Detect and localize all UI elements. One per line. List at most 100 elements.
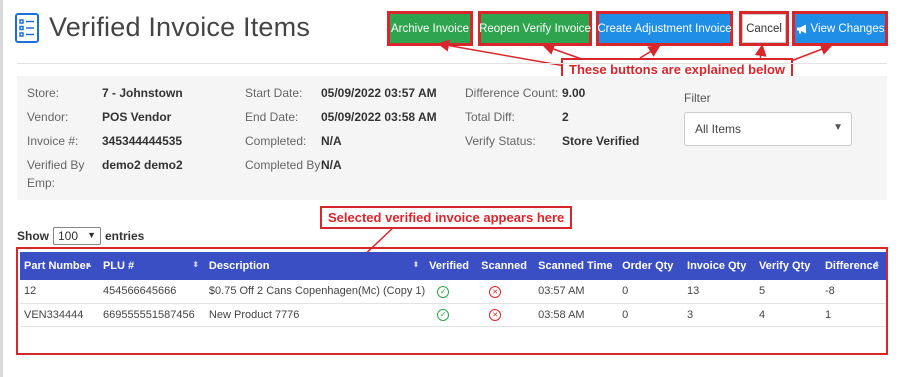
table-cell: ✕ <box>477 303 535 327</box>
filter-label: Filter <box>684 91 711 105</box>
table-callout: Selected verified invoice appears here <box>320 206 573 229</box>
reopen-verify-invoice-label: Reopen Verify Invoice <box>479 14 591 43</box>
total-diff-label: Total Diff: <box>465 110 515 124</box>
sort-icon: ⬍ <box>873 260 880 269</box>
table-cell: 454566645666 <box>98 280 205 304</box>
check-circle-icon: ✓ <box>437 308 450 321</box>
start-date-label: Start Date: <box>245 86 303 100</box>
table-cell: 03:58 AM <box>534 303 619 327</box>
entries-select[interactable]: 100 ▼ <box>53 227 101 245</box>
table-body: 12 454566645666 $0.75 Off 2 Cans Copenhage… <box>20 280 886 327</box>
cross-circle-icon: ✕ <box>489 309 502 321</box>
column-header-label: Description <box>208 260 270 272</box>
verified-by-label-line2: Emp: <box>27 176 56 190</box>
sort-icon: ▲ <box>85 260 93 269</box>
column-header[interactable]: Verified <box>425 252 478 280</box>
entries-suffix-label: entries <box>105 229 145 243</box>
table-cell: 0 <box>618 303 684 327</box>
table-cell: 5 <box>755 280 821 304</box>
entries-control: Show 100 ▼ entries <box>17 227 144 245</box>
column-header[interactable]: Description ⬍ <box>204 252 426 280</box>
column-header-label: Invoice Qty <box>687 260 747 272</box>
column-header[interactable]: Difference ⬍ <box>820 252 886 280</box>
view-changes-label: View Changes <box>810 22 885 35</box>
store-value: 7 - Johnstown <box>102 86 183 100</box>
table-cell: 669555551587456 <box>98 303 205 327</box>
column-header[interactable]: Part Number ▲ <box>20 252 99 280</box>
column-header-label: Verified <box>429 260 469 272</box>
completed-label: Completed: <box>245 134 307 148</box>
vendor-value: POS Vendor <box>102 110 172 124</box>
table-cell: -8 <box>820 280 886 304</box>
table-cell: 0 <box>618 280 684 304</box>
table-row[interactable]: 12 454566645666 $0.75 Off 2 Cans Copenhage… <box>20 280 886 304</box>
column-header-label: Scanned <box>481 260 527 272</box>
completed-by-label: Completed By: <box>245 158 324 172</box>
sort-icon: ⬍ <box>412 260 420 269</box>
column-header[interactable]: Verify Qty <box>755 252 821 280</box>
column-header[interactable]: Invoice Qty <box>683 252 755 280</box>
table-cell: 13 <box>683 280 755 304</box>
invoice-number-label: Invoice #: <box>27 134 79 148</box>
table-cell: ✕ <box>477 280 535 304</box>
archive-invoice-button[interactable]: Archive Invoice <box>387 11 473 46</box>
list-icon <box>15 13 39 43</box>
table-cell: 03:57 AM <box>534 280 619 304</box>
vendor-label: Vendor: <box>27 110 69 124</box>
verified-items-table-highlight: Part Number ▲ PLU # ⬍ Description ⬍ Verified Sc… <box>16 247 888 355</box>
megaphone-icon <box>796 24 806 33</box>
table-cell: 3 <box>683 303 755 327</box>
table-cell: VEN334444 <box>20 303 99 327</box>
completed-by-value: N/A <box>321 158 342 172</box>
verify-status-value: Store Verified <box>562 134 640 148</box>
column-header-label: Difference <box>824 260 879 272</box>
table-cell: ✓ <box>425 303 478 327</box>
table-header-row: Part Number ▲ PLU # ⬍ Description ⬍ Verified Sc… <box>20 252 886 280</box>
create-adjustment-invoice-label: Create Adjustment Invoice <box>597 14 732 43</box>
chevron-down-icon: ▼ <box>833 122 843 133</box>
header-divider <box>17 63 887 64</box>
verified-by-value: demo2 demo2 <box>102 158 183 172</box>
reopen-verify-invoice-button[interactable]: Reopen Verify Invoice <box>478 11 592 46</box>
column-header[interactable]: PLU # ⬍ <box>98 252 205 280</box>
table-cell: New Product 7776 <box>204 303 426 327</box>
invoice-number-value: 345344444535 <box>102 134 183 148</box>
end-date-value: 05/09/2022 03:58 AM <box>321 110 437 124</box>
total-diff-value: 2 <box>562 110 569 124</box>
cross-circle-icon: ✕ <box>489 285 502 298</box>
column-header[interactable]: Scanned Time <box>534 252 619 280</box>
cancel-button[interactable]: Cancel <box>739 11 789 46</box>
column-header[interactable]: Order Qty <box>618 252 684 280</box>
entries-select-value: 100 <box>58 229 79 243</box>
entries-show-label: Show <box>17 229 49 243</box>
column-header-label: Scanned Time <box>538 260 613 272</box>
filter-selected-value: All Items <box>695 122 742 136</box>
check-circle-icon: ✓ <box>437 285 450 298</box>
verified-items-table: Part Number ▲ PLU # ⬍ Description ⬍ Verified Sc… <box>20 252 886 327</box>
cancel-label: Cancel <box>742 14 786 43</box>
verify-status-label: Verify Status: <box>465 134 536 148</box>
difference-count-value: 9.00 <box>562 86 586 100</box>
table-cell: 4 <box>755 303 821 327</box>
chevron-down-icon: ▼ <box>87 230 96 240</box>
page-title: Verified Invoice Items <box>49 12 311 42</box>
sort-icon: ⬍ <box>192 260 199 269</box>
filter-select[interactable]: All Items ▼ <box>684 112 852 146</box>
column-header-label: Part Number <box>24 260 91 272</box>
column-header[interactable]: Scanned <box>477 252 535 280</box>
table-cell: $0.75 Off 2 Cans Copenhagen(Mc) (Copy 1) <box>204 280 426 304</box>
start-date-value: 05/09/2022 03:57 AM <box>321 86 437 100</box>
completed-value: N/A <box>321 134 342 148</box>
column-header-label: Verify Qty <box>759 260 811 272</box>
difference-count-label: Difference Count: <box>465 86 559 100</box>
table-row[interactable]: VEN334444 669555551587456 New Product 7776… <box>20 303 886 327</box>
end-date-label: End Date: <box>245 110 299 124</box>
verified-by-label-line1: Verified By <box>27 158 85 172</box>
create-adjustment-invoice-button[interactable]: Create Adjustment Invoice <box>596 11 733 46</box>
column-header-label: Order Qty <box>622 260 674 272</box>
table-cell: 12 <box>20 280 99 304</box>
view-changes-button[interactable]: View Changes <box>792 11 888 46</box>
table-cell: 1 <box>820 303 886 327</box>
archive-invoice-label: Archive Invoice <box>390 14 470 43</box>
view-changes-inner: View Changes <box>795 14 885 43</box>
